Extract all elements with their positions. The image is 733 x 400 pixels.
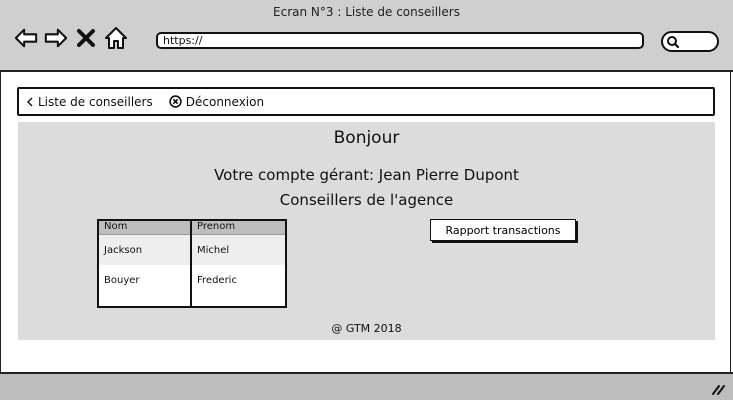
table-header: Nom Prenom [99, 221, 285, 235]
close-circle-icon [169, 95, 182, 108]
back-to-list-link[interactable]: Liste de conseillers [25, 95, 153, 109]
resize-grip-icon[interactable] [711, 383, 725, 395]
cell-nom: Jackson [104, 244, 143, 256]
column-header-prenom[interactable]: Prenom [192, 221, 285, 234]
close-x-icon[interactable] [74, 26, 98, 50]
chevron-left-icon [27, 97, 33, 106]
greeting: Bonjour [333, 128, 400, 148]
nav-menu-bar: Liste de conseillers Déconnexion [17, 87, 715, 116]
account-info: Votre compte gérant: Jean Pierre Dupont [214, 166, 519, 184]
copyright-footer: @ GTM 2018 [331, 322, 402, 335]
browser-toolbar: Ecran N°3 : Liste de conseillers https:/… [0, 0, 733, 72]
back-to-list-label: Liste de conseillers [38, 94, 153, 109]
logout-label: Déconnexion [185, 94, 265, 109]
search-icon [667, 36, 680, 49]
cell-prenom: Frederic [197, 274, 237, 286]
main-content: Bonjour Votre compte gérant: Jean Pierre… [18, 122, 715, 340]
table-row[interactable]: Jackson Michel [99, 235, 285, 265]
home-icon[interactable] [104, 26, 128, 50]
forward-arrow-icon[interactable] [44, 26, 68, 50]
cell-nom: Bouyer [104, 274, 140, 286]
url-input[interactable]: https:// [156, 32, 644, 49]
column-divider [190, 221, 192, 306]
table-row[interactable]: Bouyer Frederic [99, 265, 285, 295]
search-field[interactable] [661, 31, 719, 52]
window-title: Ecran N°3 : Liste de conseillers [273, 5, 460, 19]
advisors-table: Nom Prenom Jackson Michel Bouyer Frederi… [97, 219, 287, 308]
back-arrow-icon[interactable] [14, 26, 38, 50]
status-bar [0, 372, 733, 400]
transactions-report-button[interactable]: Rapport transactions [430, 219, 576, 241]
nav-icons [14, 22, 128, 54]
logout-link[interactable]: Déconnexion [169, 95, 264, 109]
column-header-nom[interactable]: Nom [99, 221, 192, 234]
section-title: Conseillers de l'agence [279, 191, 454, 209]
cell-prenom: Michel [197, 244, 230, 256]
